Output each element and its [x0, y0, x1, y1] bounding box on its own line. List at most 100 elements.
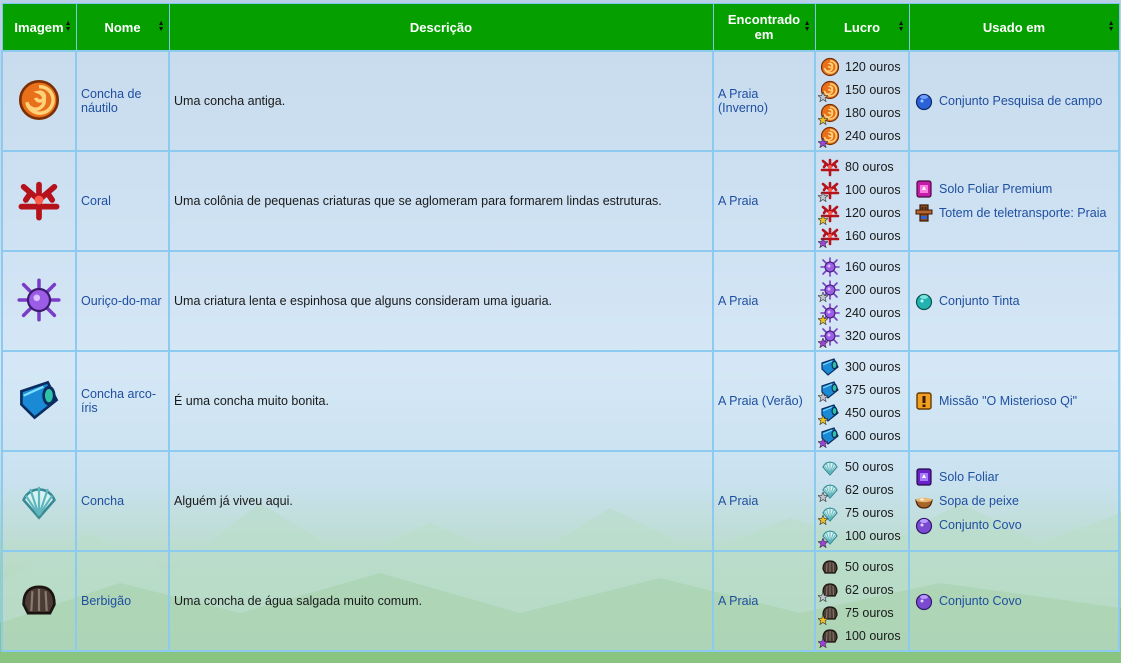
rainbow-shell-icon[interactable] — [17, 380, 61, 425]
used-in-link[interactable]: Solo Foliar — [939, 470, 999, 484]
used-in-entry[interactable]: Conjunto Covo — [914, 515, 1114, 535]
found-location-link[interactable]: A Praia — [718, 394, 758, 408]
used-in-entry[interactable]: Totem de teletransporte: Praia — [914, 203, 1114, 223]
item-name-link[interactable]: Concha — [81, 494, 124, 508]
found-location-link[interactable]: A Praia — [718, 87, 758, 101]
items-table: Imagem ▲ ▼ Nome ▲ ▼ Descrição Encontrado em ▲… — [1, 3, 1120, 652]
item-name-cell: Concha — [75, 450, 170, 552]
table-row: Concha arco-íris É uma concha muito boni… — [1, 350, 1120, 452]
used-in-link[interactable]: Missão "O Misterioso Qi" — [939, 394, 1077, 408]
table-row: Berbigão Uma concha de água salgada muit… — [1, 550, 1120, 652]
used-in-entry[interactable]: Solo Foliar Premium — [914, 179, 1114, 199]
quality-star-icon — [818, 391, 828, 402]
used-in-entry[interactable]: Conjunto Tinta — [914, 291, 1114, 311]
coral-icon — [818, 226, 840, 248]
price-value: 50 ouros — [845, 459, 894, 474]
found-location-link[interactable]: A Praia — [718, 594, 758, 608]
quality-star-icon — [818, 137, 828, 148]
sea-urchin-icon — [818, 325, 840, 348]
warp-totem-icon — [914, 203, 934, 223]
col-header-image[interactable]: Imagem ▲ ▼ — [1, 3, 77, 52]
col-header-description[interactable]: Descrição — [168, 3, 714, 52]
used-in-cell: Solo Foliar Premium Totem de teletranspo… — [908, 150, 1120, 252]
col-header-name[interactable]: Nome ▲ ▼ — [75, 3, 170, 52]
coral-icon — [820, 157, 840, 177]
item-name-cell: Berbigão — [75, 550, 170, 652]
coral-icon[interactable] — [17, 181, 61, 225]
item-name-link[interactable]: Berbigão — [81, 594, 131, 608]
rainbow-shell-icon — [818, 426, 840, 448]
sea-urchin-icon — [818, 302, 840, 325]
used-in-link[interactable]: Sopa de peixe — [939, 494, 1019, 508]
bundle-purple-icon — [914, 515, 934, 535]
used-in-entry[interactable]: Solo Foliar — [914, 467, 1114, 487]
quality-star-icon — [818, 337, 828, 348]
table-row: Coral Uma colônia de pequenas criaturas … — [1, 150, 1120, 252]
item-name-link[interactable]: Concha arco-íris — [81, 387, 156, 415]
profit-cell: 50 ouros 62 ouros 75 ouros 100 ouros — [814, 450, 910, 552]
quality-star-icon — [818, 214, 828, 225]
found-in-cell: A Praia — [712, 450, 816, 552]
sort-icon[interactable]: ▲ ▼ — [898, 20, 905, 33]
found-location-link[interactable]: A Praia — [718, 194, 758, 208]
used-in-link[interactable]: Conjunto Pesquisa de campo — [939, 94, 1102, 108]
price-line: 100 ouros — [818, 524, 904, 548]
price-line: 120 ouros — [818, 201, 904, 225]
found-location-link[interactable]: A Praia — [718, 294, 758, 308]
sort-icon[interactable]: ▲ ▼ — [65, 20, 72, 33]
price-line: 120 ouros — [820, 55, 904, 78]
bundle-blue-icon — [914, 91, 934, 111]
nautilus-shell-icon — [818, 126, 840, 148]
sort-icon[interactable]: ▲ ▼ — [804, 20, 811, 33]
item-name-link[interactable]: Coral — [81, 194, 111, 208]
bundle-teal-icon — [914, 291, 934, 311]
item-description: Uma concha antiga. — [174, 94, 286, 108]
cockle-icon[interactable] — [17, 584, 61, 625]
sea-urchin-icon[interactable] — [17, 277, 61, 325]
cockle-icon — [818, 626, 840, 648]
used-in-link[interactable]: Conjunto Tinta — [939, 294, 1020, 308]
rainbow-shell-icon — [818, 380, 840, 402]
found-location-link[interactable]: A Praia — [718, 494, 758, 508]
price-value: 150 ouros — [845, 82, 901, 97]
sort-icon[interactable]: ▲ ▼ — [158, 20, 165, 33]
sort-icon[interactable]: ▲ ▼ — [1108, 20, 1115, 33]
sea-urchin-icon — [818, 279, 840, 302]
item-description-cell: É uma concha muito bonita. — [168, 350, 714, 452]
col-header-used[interactable]: Usado em ▲ ▼ — [908, 3, 1120, 52]
price-value: 75 ouros — [845, 605, 894, 620]
used-in-cell: Missão "O Misterioso Qi" — [908, 350, 1120, 452]
price-value: 240 ouros — [845, 305, 901, 320]
header-row: Imagem ▲ ▼ Nome ▲ ▼ Descrição Encontrado em ▲… — [1, 3, 1120, 52]
price-line: 62 ouros — [818, 578, 904, 602]
quality-star-icon — [818, 514, 828, 525]
item-image-cell — [1, 50, 77, 152]
nautilus-shell-icon[interactable] — [17, 79, 61, 125]
quality-star-icon — [818, 191, 828, 202]
used-in-entry[interactable]: Conjunto Covo — [914, 591, 1114, 611]
col-header-profit[interactable]: Lucro ▲ ▼ — [814, 3, 910, 52]
price-value: 80 ouros — [845, 159, 894, 174]
clam-icon — [818, 503, 840, 525]
used-in-entry[interactable]: Missão "O Misterioso Qi" — [914, 391, 1114, 411]
price-line: 100 ouros — [818, 624, 904, 648]
item-description: Uma colônia de pequenas criaturas que se… — [174, 194, 662, 208]
fertilizer-icon — [914, 467, 934, 487]
clam-icon[interactable] — [17, 486, 61, 525]
item-name-link[interactable]: Concha de náutilo — [81, 87, 141, 115]
item-name-link[interactable]: Ouriço-do-mar — [81, 294, 162, 308]
price-line: 150 ouros — [818, 78, 904, 102]
used-in-link[interactable]: Conjunto Covo — [939, 518, 1022, 532]
item-description-cell: Uma colônia de pequenas criaturas que se… — [168, 150, 714, 252]
price-value: 600 ouros — [845, 428, 901, 443]
soup-icon — [914, 491, 934, 511]
col-header-found[interactable]: Encontrado em ▲ ▼ — [712, 3, 816, 52]
used-in-link[interactable]: Conjunto Covo — [939, 594, 1022, 608]
used-in-link[interactable]: Solo Foliar Premium — [939, 182, 1052, 196]
profit-cell: 120 ouros 150 ouros 180 ouros 240 ouros — [814, 50, 910, 152]
used-in-entry[interactable]: Conjunto Pesquisa de campo — [914, 91, 1114, 111]
price-value: 62 ouros — [845, 582, 894, 597]
used-in-entry[interactable]: Sopa de peixe — [914, 491, 1114, 511]
used-in-link[interactable]: Totem de teletransporte: Praia — [939, 206, 1106, 220]
price-line: 160 ouros — [818, 224, 904, 248]
